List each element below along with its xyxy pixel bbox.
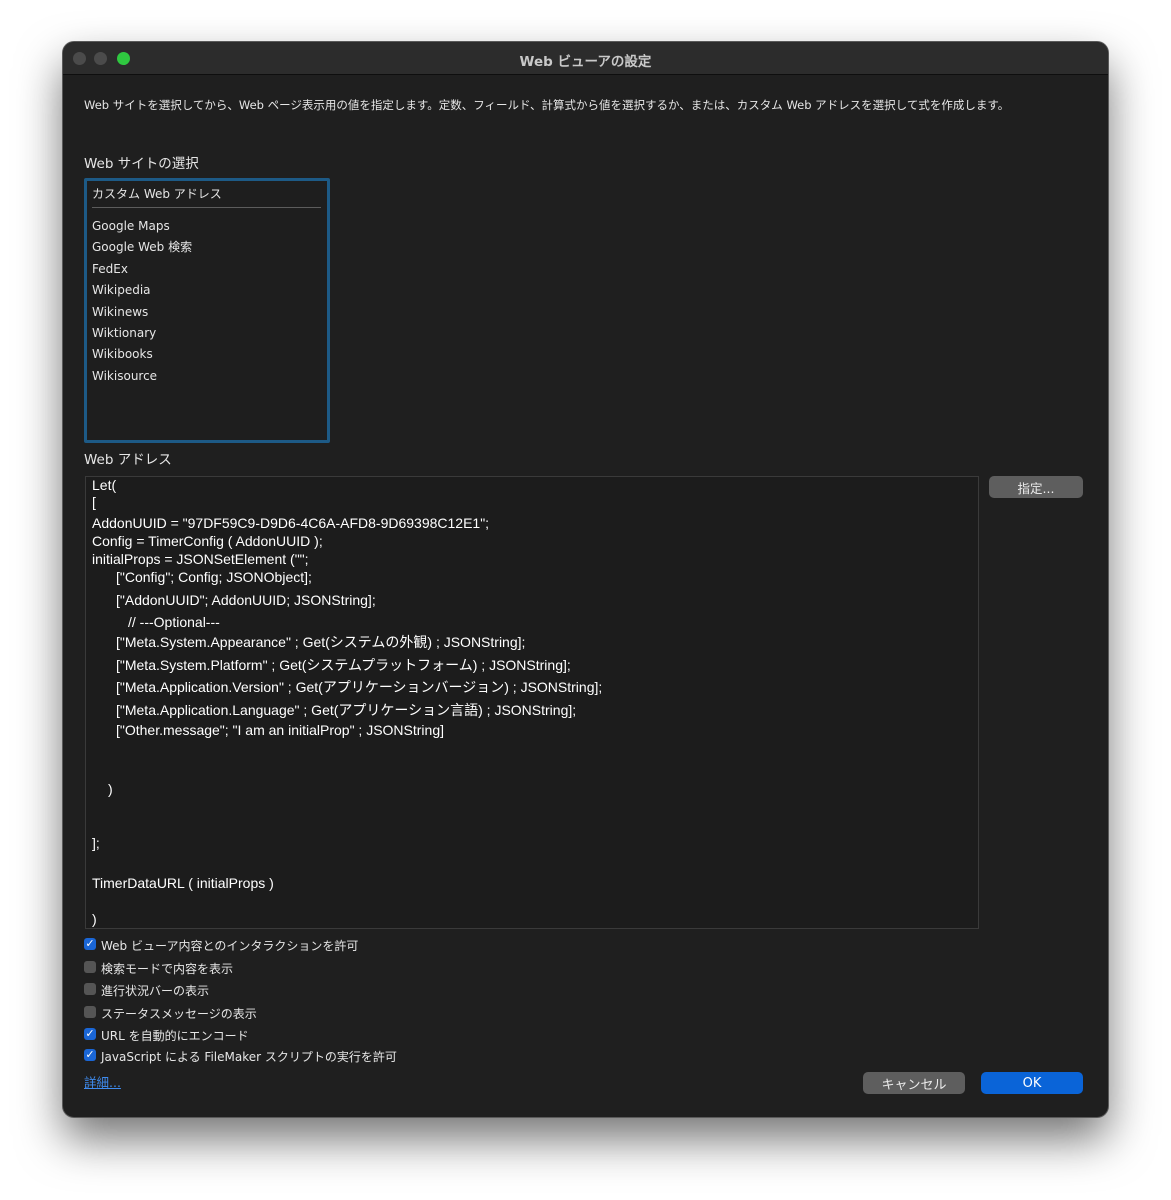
option-label: 進行状況バーの表示 [101, 984, 210, 998]
code-line: ]; [92, 835, 100, 851]
list-item-google-maps[interactable]: Google Maps [92, 216, 192, 237]
code-line: ["Meta.System.Appearance" ; Get(システムの外観)… [116, 634, 526, 650]
code-line: ["Meta.Application.Language" ; Get(アプリケー… [116, 702, 577, 718]
details-link[interactable]: 詳細... [84, 1072, 121, 1091]
code-line: ) [108, 781, 113, 797]
code-line: ["Meta.Application.Version" ; Get(アプリケーシ… [116, 679, 603, 695]
code-line: ["AddonUUID"; AddonUUID; JSONString]; [116, 592, 376, 608]
code-line: AddonUUID = "97DF59C9-D9D6-4C6A-AFD8-9D6… [92, 515, 490, 531]
checkbox-auto-encode-url[interactable]: ✓ [84, 1028, 96, 1040]
dialog-title: Web ビューアの設定 [519, 54, 652, 70]
list-item-wiktionary[interactable]: Wiktionary [92, 323, 192, 344]
custom-web-address-option[interactable]: カスタム Web アドレス [92, 185, 222, 202]
code-line: [ [92, 494, 96, 510]
website-items: Google Maps Google Web 検索 FedEx Wikipedi… [92, 216, 192, 387]
code-line: Config = TimerConfig ( AddonUUID ); [92, 533, 323, 549]
code-line: // ---Optional--- [128, 614, 220, 630]
list-item-wikipedia[interactable]: Wikipedia [92, 280, 192, 301]
web-address-formula-field[interactable]: Let( [ AddonUUID = "97DF59C9-D9D6-4C6A-A… [85, 476, 979, 929]
code-line: ["Config"; Config; JSONObject]; [116, 569, 312, 585]
list-item-wikibooks[interactable]: Wikibooks [92, 344, 192, 365]
checkbox-show-status-messages[interactable] [84, 1006, 96, 1018]
checkbox-allow-interaction[interactable]: ✓ [84, 938, 96, 950]
option-label: JavaScript による FileMaker スクリプトの実行を許可 [101, 1050, 397, 1064]
code-line: Let( [92, 477, 117, 493]
list-item-google-web-search[interactable]: Google Web 検索 [92, 237, 192, 258]
dialog-description: Web サイトを選択してから、Web ページ表示用の値を指定します。定数、フィー… [84, 98, 1010, 112]
title-bar: Web ビューアの設定 [63, 42, 1108, 75]
checkbox-show-in-find-mode[interactable] [84, 961, 96, 973]
code-line: initialProps = JSONSetElement (""; [92, 551, 309, 567]
web-address-label: Web アドレス [84, 452, 172, 468]
checkbox-show-progress-bar[interactable] [84, 983, 96, 995]
web-viewer-settings-dialog: Web ビューアの設定 Web サイトを選択してから、Web ページ表示用の値を… [63, 42, 1108, 1117]
ok-button[interactable]: OK [981, 1072, 1083, 1094]
option-label: URL を自動的にエンコード [101, 1029, 249, 1043]
list-item-wikisource[interactable]: Wikisource [92, 366, 192, 387]
code-line: ) [92, 911, 97, 927]
code-line: TimerDataURL ( initialProps ) [92, 875, 274, 891]
specify-button[interactable]: 指定... [989, 476, 1083, 498]
option-label: Web ビューア内容とのインタラクションを許可 [101, 939, 359, 953]
cancel-button[interactable]: キャンセル [863, 1072, 965, 1094]
list-item-fedex[interactable]: FedEx [92, 259, 192, 280]
site-section-label: Web サイトの選択 [84, 156, 199, 172]
checkbox-allow-javascript-scripts[interactable]: ✓ [84, 1049, 96, 1061]
option-label: ステータスメッセージの表示 [101, 1007, 257, 1021]
list-divider [92, 207, 321, 208]
code-line: ["Meta.System.Platform" ; Get(システムプラットフォ… [116, 657, 571, 673]
code-line: ["Other.message"; "I am an initialProp" … [116, 722, 445, 738]
list-item-wikinews[interactable]: Wikinews [92, 302, 192, 323]
option-label: 検索モードで内容を表示 [101, 962, 234, 976]
website-list[interactable]: カスタム Web アドレス Google Maps Google Web 検索 … [84, 178, 330, 443]
